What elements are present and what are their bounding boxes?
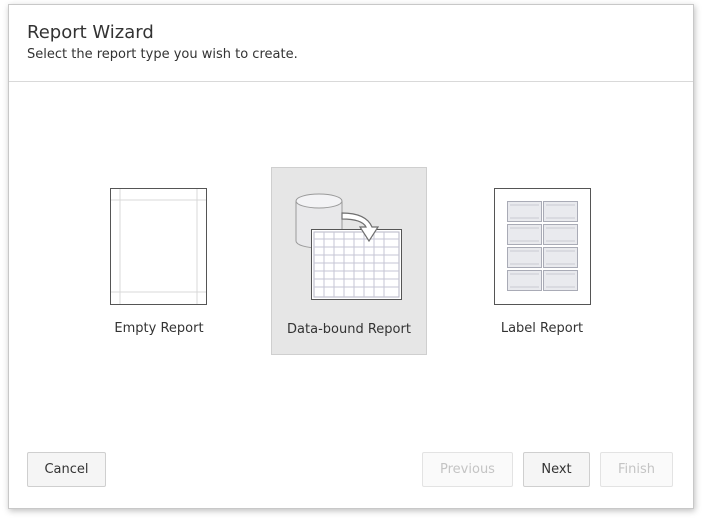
report-type-empty[interactable]: Empty Report — [81, 167, 237, 355]
finish-button[interactable]: Finish — [600, 452, 673, 487]
report-type-label: Data-bound Report — [287, 322, 411, 337]
cancel-button[interactable]: Cancel — [27, 452, 106, 487]
report-type-label: Empty Report — [114, 321, 204, 336]
dialog-subtitle: Select the report type you wish to creat… — [27, 47, 298, 62]
report-type-label: Label Report — [500, 321, 584, 336]
empty-report-icon — [110, 188, 207, 305]
report-type-data-bound[interactable]: Data-bound Report — [271, 167, 427, 355]
label-report-icon — [494, 188, 591, 305]
report-type-label-report[interactable]: Label Report — [464, 167, 620, 355]
report-wizard-dialog: Report Wizard Select the report type you… — [8, 4, 694, 509]
previous-button[interactable]: Previous — [422, 452, 513, 487]
dialog-title: Report Wizard — [27, 22, 154, 43]
data-bound-report-icon — [295, 193, 402, 300]
next-button[interactable]: Next — [523, 452, 590, 487]
dialog-header: Report Wizard Select the report type you… — [9, 5, 693, 82]
